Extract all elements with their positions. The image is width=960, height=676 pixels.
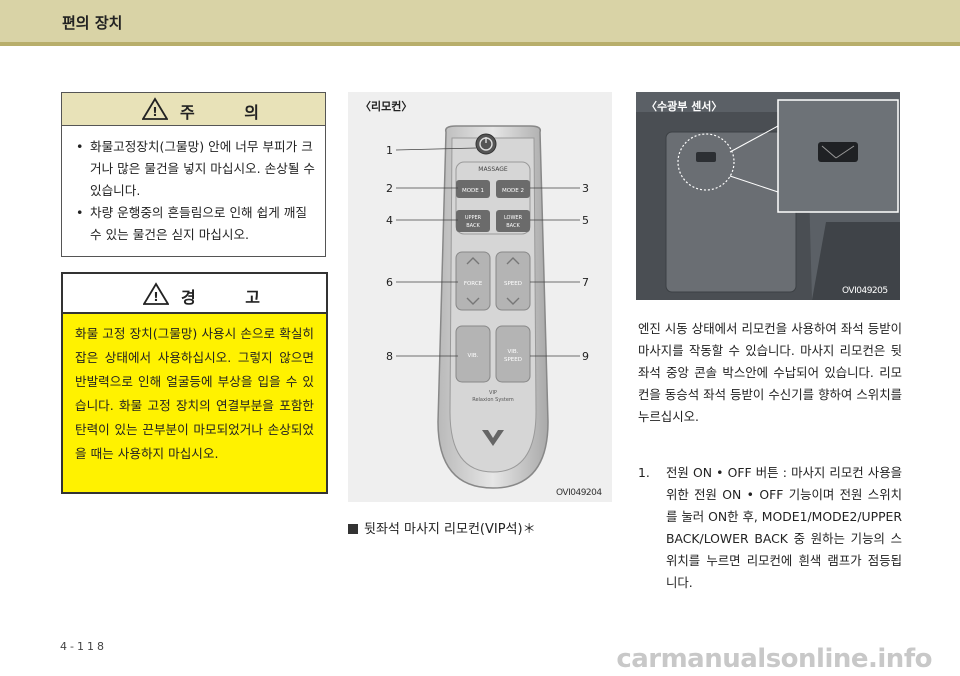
svg-text:VIP: VIP [489,390,497,396]
caution-title: 주 의 [180,103,282,122]
callout-label: 3 [582,182,589,195]
svg-text:UPPER: UPPER [465,215,482,221]
svg-text:MODE 2: MODE 2 [502,188,524,194]
callout-label: 5 [582,214,589,227]
warning-header: ! 경 고 [63,274,326,314]
callout-label: 1 [386,144,393,157]
caution-item: 화물고정장치(그물망) 안에 너무 부피가 크거나 많은 물건을 넣지 마십시오… [76,136,315,202]
numbered-item: 1. 전원 ON • OFF 버튼 : 마사지 리모컨 사용을 위한 전원 ON… [638,462,902,594]
sensor-drawing [636,92,900,300]
item-text: 전원 ON • OFF 버튼 : 마사지 리모컨 사용을 위한 전원 ON • … [666,465,902,590]
item-number: 1. [638,465,650,480]
warning-triangle-icon: ! [142,97,168,120]
svg-text:MODE 1: MODE 1 [462,188,484,194]
callout-label: 7 [582,276,589,289]
caution-box: ! 주 의 화물고정장치(그물망) 안에 너무 부피가 크거나 많은 물건을 넣… [61,92,326,257]
caution-list: 화물고정장치(그물망) 안에 너무 부피가 크거나 많은 물건을 넣지 마십시오… [62,126,325,246]
body-paragraph: 엔진 시동 상태에서 리모컨을 사용하여 좌석 등받이 마사지를 작동할 수 있… [638,321,902,424]
caption-text: 뒷좌석 마사지 리모컨(VIP석)＊ [364,522,536,537]
svg-text:VIB.: VIB. [508,349,519,355]
sensor-illustration: 〈수광부 센서〉 OVI049205 [636,92,900,300]
svg-text:Relaxion System: Relaxion System [472,397,514,403]
svg-text:LOWER: LOWER [504,215,523,221]
watermark: carmanualsonline.info [616,644,932,674]
warning-triangle-icon: ! [143,282,169,305]
svg-text:FORCE: FORCE [464,281,483,287]
svg-text:!: ! [152,105,157,119]
caution-header: ! 주 의 [62,93,325,126]
svg-text:BACK: BACK [506,223,520,229]
callout-label: 4 [386,214,393,227]
header-rule [0,42,960,46]
warning-text: 화물 고정 장치(그물망) 사용시 손으로 확실히 잡은 상태에서 사용하십시오… [75,326,314,461]
callout-label: 6 [386,276,393,289]
square-bullet-icon [348,524,358,534]
callout-label: 9 [582,350,589,363]
page-number: 4-118 [60,640,107,653]
section-title: 편의 장치 [62,14,123,32]
svg-text:!: ! [153,290,158,304]
svg-text:MASSAGE: MASSAGE [478,166,508,173]
svg-text:VIB.: VIB. [468,353,479,359]
page-header: 편의 장치 [0,0,960,46]
image-code: OVI049205 [842,286,888,296]
callout-label: 8 [386,350,393,363]
figure-caption: 뒷좌석 마사지 리모컨(VIP석)＊ [348,518,536,537]
caution-item: 차량 운행중의 흔들림으로 인해 쉽게 깨질 수 있는 물건은 싣지 마십시오. [76,202,315,246]
image-code: OVI049204 [556,488,602,498]
warning-box: ! 경 고 화물 고정 장치(그물망) 사용시 손으로 확실히 잡은 상태에서 … [61,272,328,494]
svg-text:BACK: BACK [466,223,480,229]
warning-title: 경 고 [181,288,283,307]
svg-text:SPEED: SPEED [504,281,522,287]
sensor-label: 〈수광부 센서〉 [646,100,723,113]
remote-illustration: 〈리모컨〉 MASSAGE MODE 1 MODE 2 UPPER BACK L… [348,92,612,502]
callout-label: 2 [386,182,393,195]
svg-text:SPEED: SPEED [504,357,522,363]
